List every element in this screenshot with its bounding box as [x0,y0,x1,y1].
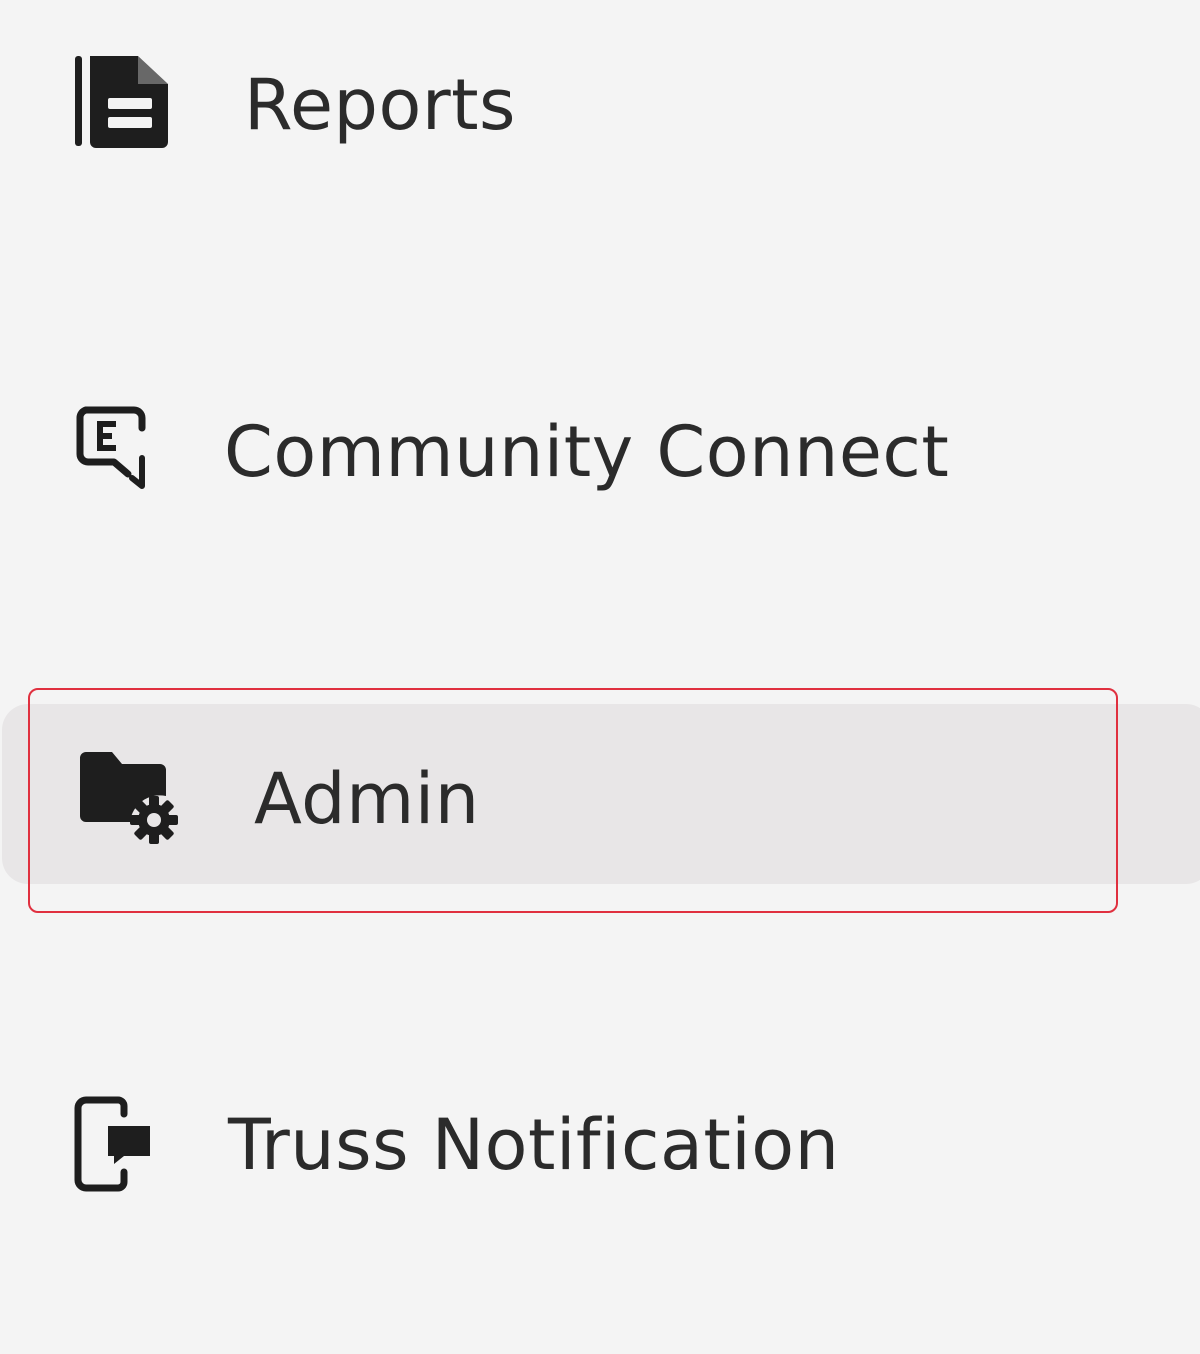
sidebar-item-label: Truss Notification [228,1104,840,1186]
sidebar-item-label: Reports [244,64,517,146]
sidebar-nav: Reports Community Connect Admin Truss No… [0,0,1200,1354]
sidebar-item-label: Admin [254,758,480,840]
mobile-notification-icon [72,1096,156,1192]
sidebar-item-admin[interactable]: Admin [2,704,1200,884]
sidebar-item-community-connect[interactable]: Community Connect [0,390,1200,520]
sidebar-item-truss-notification[interactable]: Truss Notification [0,1082,1200,1212]
report-document-icon [72,54,172,150]
sidebar-item-label: Community Connect [224,411,950,493]
sidebar-item-reports[interactable]: Reports [0,40,1200,170]
folder-gear-icon [76,748,186,848]
community-chat-icon [76,404,156,494]
